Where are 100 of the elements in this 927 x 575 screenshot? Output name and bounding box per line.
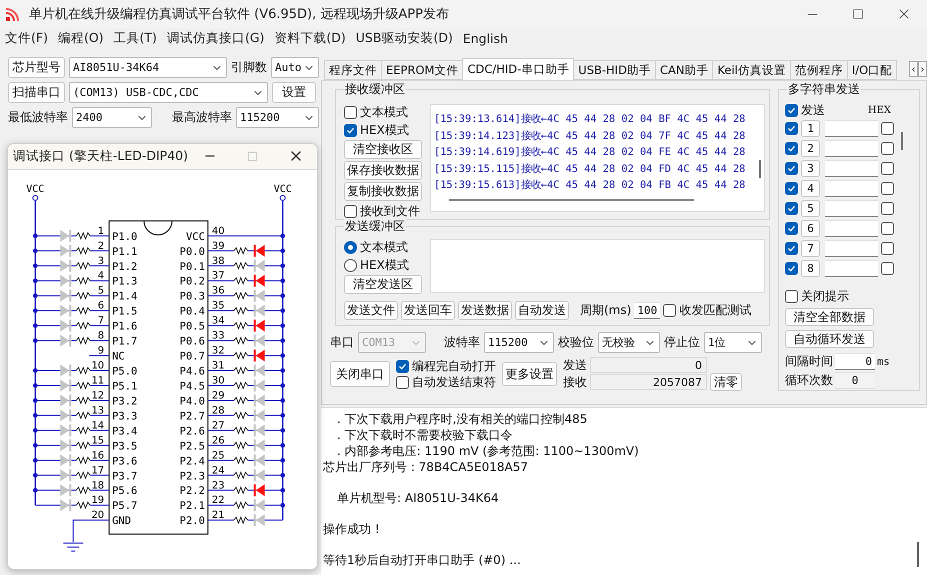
checkbox[interactable] — [344, 124, 357, 136]
clear-all-button[interactable]: 清空全部数据 — [785, 308, 874, 326]
send-string-button[interactable]: 8 — [801, 260, 820, 276]
string-input[interactable] — [825, 120, 878, 136]
hex-checkbox[interactable] — [881, 122, 894, 134]
scan-port-button[interactable]: 扫描串口 — [8, 82, 65, 103]
pin-label: P3.4 — [112, 425, 138, 438]
hex-checkbox[interactable] — [881, 182, 894, 194]
clear-send-button[interactable]: 清空发送区 — [344, 275, 422, 294]
pin-label: VCC — [186, 230, 205, 243]
checkbox[interactable] — [344, 106, 357, 118]
dropdown[interactable]: AI8051U-34K64 — [69, 57, 227, 78]
send-string-button[interactable]: 4 — [801, 180, 820, 196]
checkbox[interactable] — [396, 376, 409, 388]
checkbox[interactable] — [396, 360, 409, 372]
close-port-button[interactable]: 关闭串口 — [330, 361, 390, 387]
send-action-button[interactable]: 发送数据 — [458, 301, 512, 320]
menu-item[interactable]: 调试仿真接口(G) — [164, 30, 272, 46]
checkbox[interactable] — [785, 142, 798, 154]
hex-checkbox[interactable] — [881, 162, 894, 174]
chip-model-button[interactable]: 芯片型号 — [8, 57, 65, 78]
receive-action-button[interactable]: 保存接收数据 — [344, 161, 422, 180]
checkbox[interactable] — [785, 222, 798, 234]
tab[interactable]: USB-HID助手 — [573, 60, 656, 80]
scroll-left-button[interactable] — [909, 61, 918, 77]
dropdown[interactable]: Auto — [271, 57, 319, 78]
menu-item[interactable]: 资料下载(D) — [271, 30, 353, 46]
hex-checkbox[interactable] — [881, 222, 894, 234]
checkbox[interactable] — [785, 122, 798, 134]
menu-item[interactable]: 编程(O) — [54, 30, 111, 46]
receive-action-button[interactable]: 清空接收区 — [344, 140, 422, 159]
more-settings-button[interactable]: 更多设置 — [502, 362, 557, 386]
checkbox[interactable] — [785, 202, 798, 214]
interval-input[interactable]: 0 — [835, 353, 875, 370]
send-action-button[interactable]: 自动发送 — [515, 301, 569, 320]
string-input[interactable] — [825, 160, 878, 176]
dropdown[interactable]: (COM13) USB-CDC,CDC — [69, 82, 268, 103]
checkbox[interactable] — [785, 162, 798, 174]
hex-checkbox[interactable] — [881, 242, 894, 254]
pin-number: 33 — [212, 330, 225, 342]
receive-area[interactable] — [430, 104, 765, 212]
menu-item[interactable]: English — [460, 30, 515, 46]
checkbox[interactable] — [785, 104, 798, 116]
checkbox[interactable] — [785, 242, 798, 254]
reset-button[interactable]: 清零 — [710, 373, 742, 391]
log-line: . 下次下载用户程序时,没有相关的端口控制485 — [336, 411, 588, 427]
dropdown[interactable]: 无校验 — [598, 332, 660, 353]
dropdown[interactable]: 2400 — [72, 107, 152, 128]
pin-number: 3 — [98, 256, 104, 267]
scroll-right-button[interactable] — [918, 61, 927, 77]
send-string-button[interactable]: 7 — [801, 240, 820, 256]
scrollbar[interactable] — [901, 132, 903, 150]
dropdown[interactable]: 115200 — [236, 107, 319, 128]
hex-checkbox[interactable] — [881, 202, 894, 214]
checkbox[interactable] — [344, 204, 357, 218]
radio-button[interactable] — [344, 240, 357, 254]
pin-wire — [88, 355, 110, 356]
vcc-terminal — [32, 194, 38, 201]
string-input[interactable] — [825, 260, 878, 276]
send-string-button[interactable]: 2 — [801, 140, 820, 156]
send-string-button[interactable]: 6 — [801, 220, 820, 236]
hex-checkbox[interactable] — [881, 142, 894, 154]
send-string-button[interactable]: 1 — [801, 120, 820, 136]
send-string-button[interactable]: 3 — [801, 160, 820, 176]
checkbox[interactable] — [785, 262, 798, 274]
dropdown[interactable]: 1位 — [704, 332, 762, 353]
checkbox[interactable] — [663, 304, 676, 317]
dropdown[interactable]: 115200 — [484, 332, 554, 353]
string-input[interactable] — [825, 140, 878, 156]
string-input[interactable] — [825, 240, 878, 256]
auto-loop-send-button[interactable]: 自动循环发送 — [785, 330, 874, 348]
pin-number: 21 — [212, 510, 225, 522]
hex-checkbox[interactable] — [881, 262, 894, 274]
checkbox[interactable] — [785, 182, 798, 194]
send-action-button[interactable]: 发送文件 — [344, 301, 398, 320]
settings-button[interactable]: 设置 — [272, 82, 316, 103]
tab[interactable]: I/O口配 — [846, 60, 898, 80]
period-input[interactable]: 100 — [634, 302, 660, 319]
menu-item[interactable]: USB驱动安装(D) — [352, 30, 460, 46]
tab[interactable]: CAN助手 — [654, 60, 714, 80]
send-action-button[interactable]: 发送回车 — [401, 301, 455, 320]
tab[interactable]: Keil仿真设置 — [712, 60, 791, 80]
menu-item[interactable]: 文件(F) — [2, 30, 55, 46]
menu-item[interactable]: 工具(T) — [110, 30, 164, 46]
tab[interactable]: 程序文件 — [324, 60, 382, 80]
radio-button[interactable] — [344, 258, 357, 272]
scrollbar[interactable] — [759, 160, 761, 178]
maximize-icon[interactable] — [852, 8, 864, 20]
checkmark-icon — [787, 164, 796, 172]
receive-action-button[interactable]: 复制接收数据 — [344, 182, 422, 201]
checkbox[interactable] — [785, 290, 798, 302]
scrollbar[interactable] — [917, 542, 919, 567]
scrollbar[interactable] — [449, 199, 694, 201]
send-string-button[interactable]: 5 — [801, 200, 820, 216]
tab[interactable]: 范例程序 — [790, 60, 848, 80]
tab[interactable]: CDC/HID-串口助手 — [462, 58, 574, 80]
string-input[interactable] — [825, 200, 878, 216]
string-input[interactable] — [825, 220, 878, 236]
string-input[interactable] — [825, 180, 878, 196]
tab[interactable]: EEPROM文件 — [381, 60, 464, 80]
